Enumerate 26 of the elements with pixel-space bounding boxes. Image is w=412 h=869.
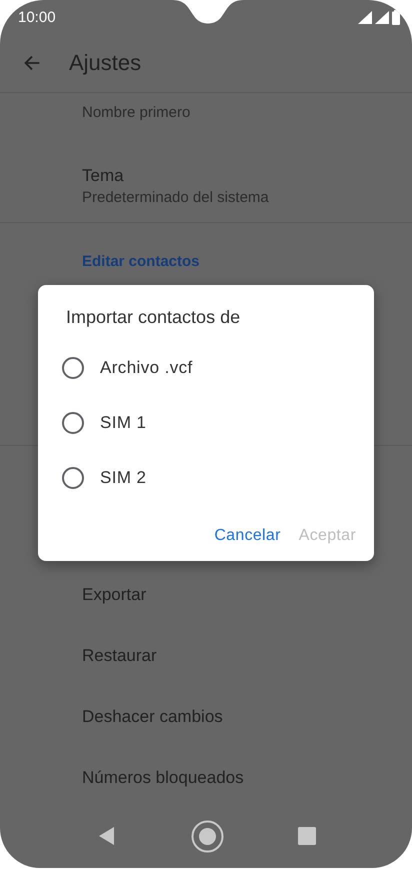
home-nav-icon[interactable] [190,820,224,853]
setting-item[interactable]: Números bloqueados [0,748,412,809]
section-header: Editar contactos [82,253,200,270]
radio-option[interactable]: SIM 1 [38,395,374,450]
status-time: 10:00 [18,8,56,26]
back-nav-icon[interactable] [96,826,116,846]
setting-item[interactable]: Restaurar [0,626,412,687]
radio-icon[interactable] [62,412,84,434]
setting-title: Tema [82,166,125,186]
dialog-button[interactable]: Cancelar [208,519,287,553]
radio-option[interactable]: SIM 2 [38,450,374,505]
battery-icon [392,10,400,25]
setting-item[interactable]: Tema Predeterminado del sistema [0,146,412,222]
recents-nav-icon[interactable] [298,827,316,846]
setting-item[interactable]: Deshacer cambios [0,686,412,748]
setting-item[interactable]: Nombre primero [0,92,412,146]
radio-icon[interactable] [62,356,84,378]
radio-option[interactable]: Archivo .vcf [38,340,374,395]
screen-title: Ajustes [69,50,142,76]
setting-item[interactable]: Exportar [0,564,412,626]
radio-icon[interactable] [62,466,84,488]
dialog-title: Importar contactos de [66,307,240,328]
setting-value: Predeterminado del sistema [82,188,270,206]
signal-icon [375,10,389,24]
setting-value: Nombre primero [82,104,192,121]
signal-icon [358,10,372,24]
